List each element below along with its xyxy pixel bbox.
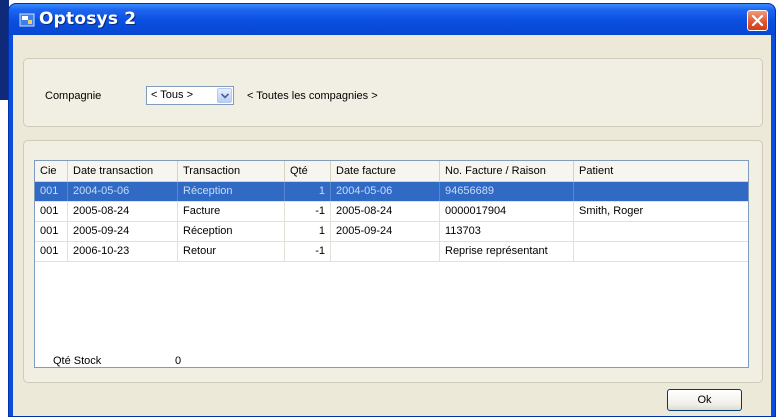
stock-label: Qté Stock	[53, 355, 102, 367]
dialog-window: Optosys 2 Compagnie < Tous > < Toutes le…	[9, 4, 775, 416]
cell-cie: 001	[35, 182, 68, 201]
table-row[interactable]: 001 2006-10-23 Retour -1 Reprise représe…	[35, 242, 748, 262]
column-header-no-facture[interactable]: No. Facture / Raison	[440, 161, 574, 181]
transactions-table[interactable]: Cie Date transaction Transaction Qté Dat…	[34, 160, 749, 368]
column-header-patient[interactable]: Patient	[574, 161, 748, 181]
cell-date-facture: 2005-09-24	[331, 222, 440, 241]
filter-group	[23, 58, 763, 127]
cell-patient	[574, 182, 748, 201]
cell-qte: -1	[285, 202, 331, 221]
chevron-down-icon	[221, 93, 229, 99]
close-icon	[751, 14, 764, 27]
table-row[interactable]: 001 2005-08-24 Facture -1 2005-08-24 000…	[35, 202, 748, 222]
cell-date-transaction: 2006-10-23	[68, 242, 178, 261]
company-select[interactable]: < Tous >	[146, 86, 234, 105]
company-description: < Toutes les compagnies >	[247, 90, 378, 102]
cell-no-facture: 113703	[440, 222, 574, 241]
cell-qte: 1	[285, 222, 331, 241]
cell-no-facture: 0000017904	[440, 202, 574, 221]
cell-cie: 001	[35, 202, 68, 221]
cell-patient	[574, 222, 748, 241]
app-icon	[19, 12, 35, 28]
cell-date-facture	[331, 242, 440, 261]
column-header-qte[interactable]: Qté	[285, 161, 331, 181]
cell-transaction: Réception	[178, 222, 285, 241]
company-label: Compagnie	[45, 90, 102, 102]
cell-transaction: Retour	[178, 242, 285, 261]
window-title: Optosys 2	[39, 9, 137, 29]
cell-date-facture: 2005-08-24	[331, 202, 440, 221]
title-bar[interactable]: Optosys 2	[9, 4, 775, 35]
cell-no-facture: Reprise représentant	[440, 242, 574, 261]
cell-date-transaction: 2005-08-24	[68, 202, 178, 221]
cell-transaction: Réception	[178, 182, 285, 201]
company-select-value: < Tous >	[151, 89, 193, 101]
close-button[interactable]	[747, 10, 768, 31]
cell-date-facture: 2004-05-06	[331, 182, 440, 201]
cell-date-transaction: 2005-09-24	[68, 222, 178, 241]
company-dropdown-button[interactable]	[217, 88, 232, 103]
cell-transaction: Facture	[178, 202, 285, 221]
cell-qte: 1	[285, 182, 331, 201]
cell-patient: Smith, Roger	[579, 205, 644, 217]
cell-qte: -1	[285, 242, 331, 261]
cell-no-facture: 94656689	[440, 182, 574, 201]
table-row[interactable]: 001 2004-05-06 Réception 1 2004-05-06 94…	[35, 182, 748, 202]
cell-patient	[574, 242, 748, 261]
table-header: Cie Date transaction Transaction Qté Dat…	[35, 161, 748, 182]
ok-button[interactable]: Ok	[667, 389, 742, 411]
background-edge	[0, 0, 9, 100]
cell-cie: 001	[35, 222, 68, 241]
column-header-cie[interactable]: Cie	[35, 161, 68, 181]
dialog-body: Compagnie < Tous > < Toutes les compagni…	[13, 35, 771, 416]
stock-value: 0	[175, 355, 182, 367]
cell-date-transaction: 2004-05-06	[68, 182, 178, 201]
column-header-date-transaction[interactable]: Date transaction	[68, 161, 178, 181]
cell-cie: 001	[35, 242, 68, 261]
table-row[interactable]: 001 2005-09-24 Réception 1 2005-09-24 11…	[35, 222, 748, 242]
column-header-transaction[interactable]: Transaction	[178, 161, 285, 181]
column-header-date-facture[interactable]: Date facture	[331, 161, 440, 181]
